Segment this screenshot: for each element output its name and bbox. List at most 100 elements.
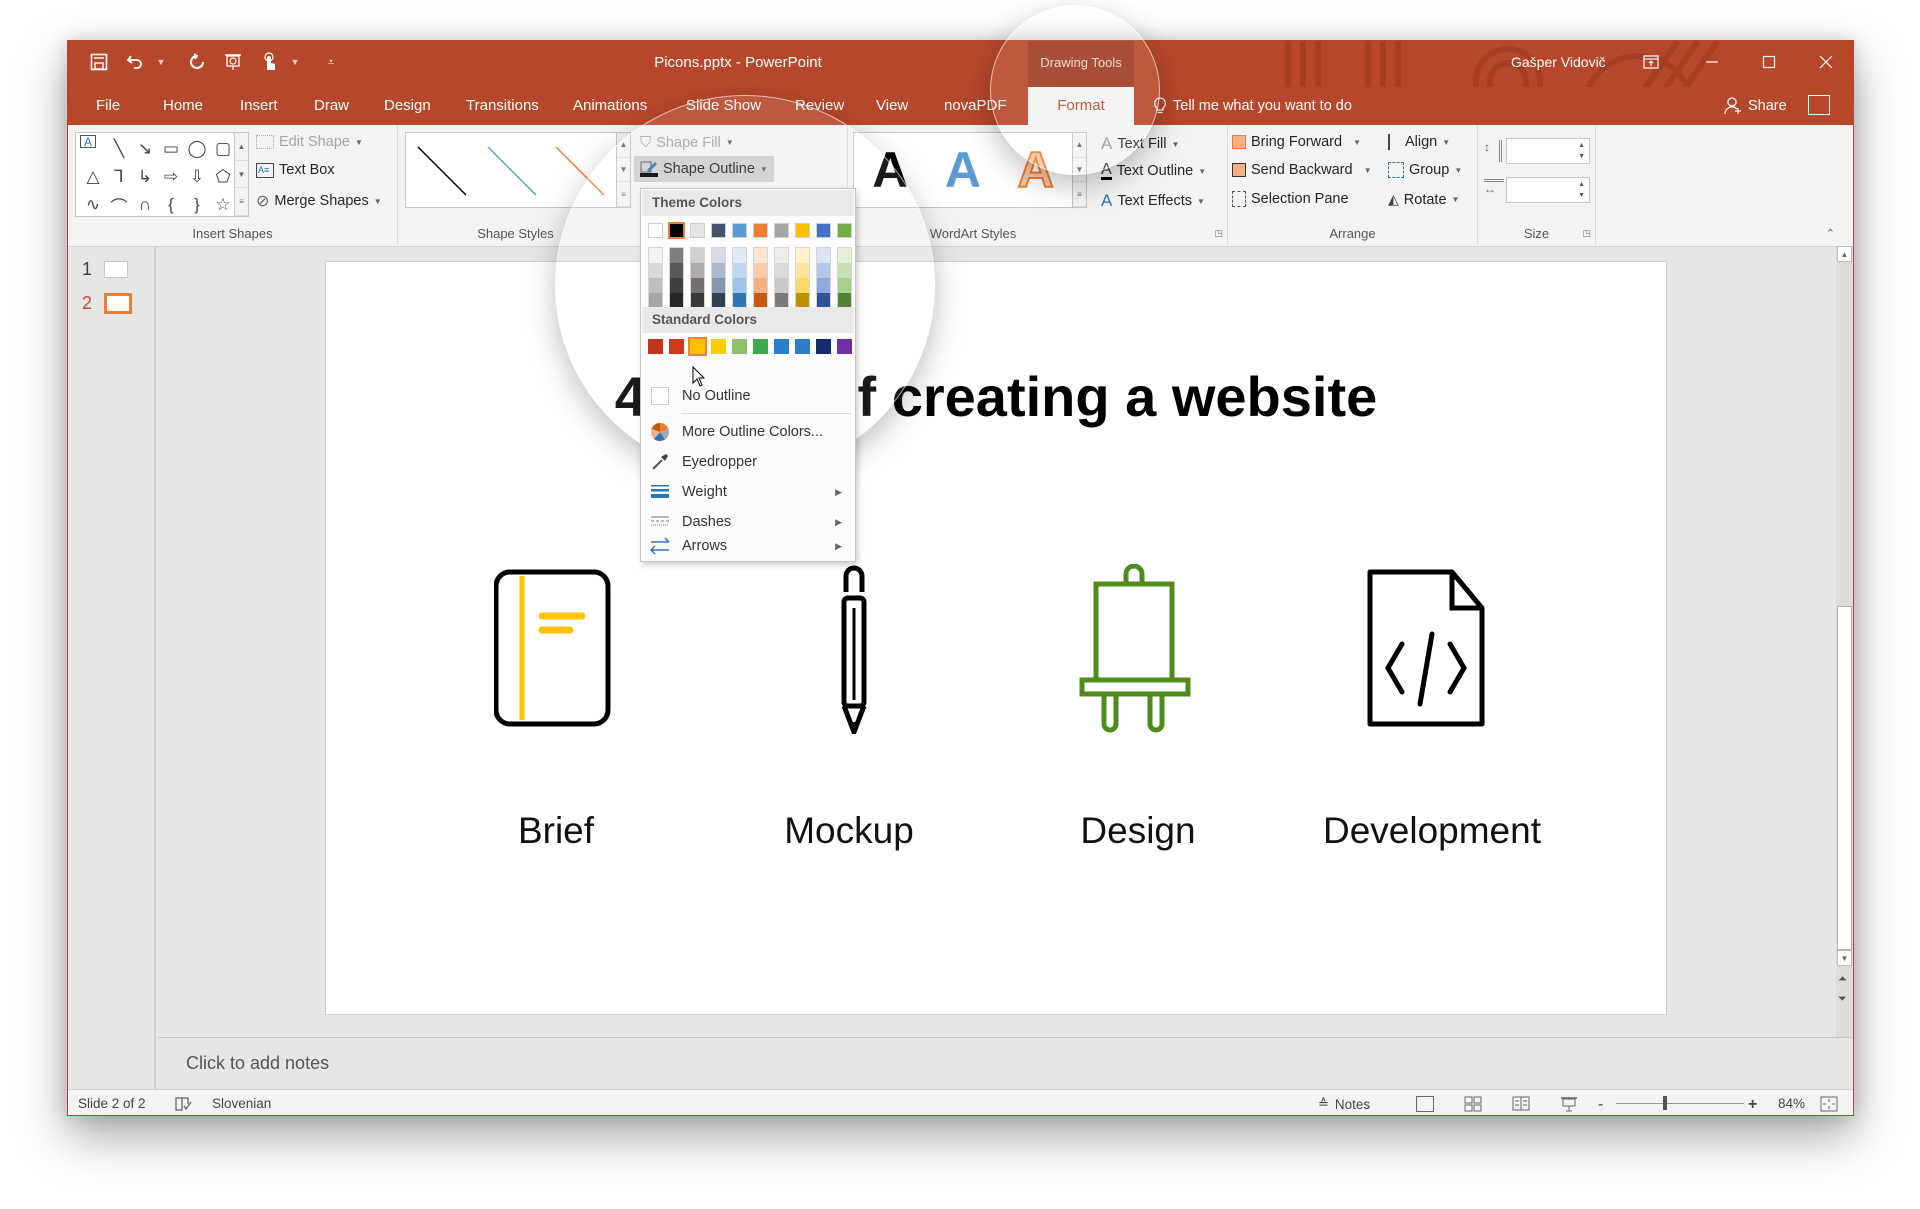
elbow-arrow-connector-icon[interactable]: ↳ (132, 163, 158, 191)
tint-swatch[interactable] (712, 248, 725, 263)
theme-color-swatch[interactable] (732, 223, 747, 238)
theme-color-swatch[interactable] (648, 223, 663, 238)
standard-color-swatch[interactable] (669, 339, 684, 354)
tint-swatch[interactable] (838, 293, 851, 308)
zoom-in-button[interactable]: + (1748, 1096, 1757, 1114)
tint-swatch[interactable] (754, 263, 767, 278)
slide-show-view-icon[interactable] (1560, 1096, 1578, 1112)
tint-swatch[interactable] (691, 278, 704, 293)
notebook-icon[interactable] (493, 564, 654, 734)
normal-view-icon[interactable] (1416, 1096, 1434, 1112)
wordart-down-icon[interactable]: ▼ (1073, 158, 1086, 183)
tint-swatch[interactable] (796, 248, 809, 263)
tint-swatch[interactable] (670, 278, 683, 293)
redo-icon[interactable] (186, 51, 208, 73)
tab-novapdf[interactable]: novaPDF (944, 87, 1007, 125)
zoom-out-button[interactable]: - (1598, 1096, 1603, 1114)
shape-outline-button[interactable]: Shape Outline ▼ (634, 156, 774, 182)
no-outline-item[interactable]: No Outline (642, 381, 854, 411)
scroll-down-icon[interactable]: ▼ (1837, 950, 1852, 966)
undo-icon[interactable] (124, 51, 146, 73)
wordart-up-icon[interactable]: ▲ (1073, 133, 1086, 158)
rectangle-shape-icon[interactable]: ▭ (158, 135, 184, 163)
selection-pane-button[interactable]: Selection Pane (1232, 191, 1349, 207)
size-launcher[interactable]: ◳ (1582, 228, 1591, 239)
collapse-ribbon-icon[interactable]: ⌃ (1826, 227, 1835, 240)
more-outline-colors-item[interactable]: More Outline Colors... (642, 417, 854, 447)
slide-canvas[interactable]: 4 steps of creating a website Brief Mock… (325, 261, 1667, 1015)
arrows-item[interactable]: Arrows ▶ (642, 531, 854, 561)
notes-pane[interactable]: Click to add notes (158, 1037, 1853, 1097)
maximize-button[interactable] (1746, 47, 1792, 77)
triangle-shape-icon[interactable]: △ (80, 163, 106, 191)
theme-color-swatch[interactable] (774, 223, 789, 238)
ribbon-display-options-button[interactable] (1628, 47, 1674, 77)
standard-color-swatch[interactable] (648, 339, 663, 354)
slide-thumbnail-1[interactable]: 1 (82, 259, 128, 280)
tint-swatch[interactable] (691, 293, 704, 308)
standard-color-swatch[interactable] (816, 339, 831, 354)
standard-color-swatch[interactable] (711, 339, 726, 354)
zoom-slider-thumb[interactable] (1663, 1096, 1667, 1110)
left-brace-shape-icon[interactable]: { (158, 191, 184, 219)
previous-slide-icon[interactable]: ⏶ (1838, 973, 1847, 986)
tint-swatch[interactable] (817, 248, 830, 263)
wordart-blue[interactable]: A (945, 141, 981, 199)
close-button[interactable] (1803, 47, 1849, 77)
line-shape-icon[interactable]: ╲ (106, 135, 132, 163)
tint-swatch[interactable] (838, 263, 851, 278)
tint-swatch[interactable] (775, 248, 788, 263)
rounded-rectangle-shape-icon[interactable]: ▢ (210, 135, 236, 163)
tab-home[interactable]: Home (163, 87, 203, 125)
shape-fill-button[interactable]: ⛉ Shape Fill ▼ (640, 134, 734, 151)
text-effects-button[interactable]: A Text Effects ▼ (1101, 191, 1205, 211)
step-label-development[interactable]: Development (1302, 810, 1562, 852)
tab-animations[interactable]: Animations (573, 87, 647, 125)
theme-color-swatch[interactable] (753, 223, 768, 238)
tint-swatch[interactable] (649, 278, 662, 293)
down-arrow-shape-icon[interactable]: ⇩ (184, 163, 210, 191)
shape-height-input[interactable]: ▲ ▼ (1506, 138, 1590, 164)
theme-color-swatch[interactable] (711, 223, 726, 238)
tint-swatch[interactable] (796, 263, 809, 278)
tint-swatch[interactable] (754, 248, 767, 263)
zoom-level[interactable]: 84% (1778, 1096, 1805, 1111)
step-label-mockup[interactable]: Mockup (719, 810, 979, 852)
wordart-styles-launcher[interactable]: ◳ (1214, 228, 1223, 239)
curve-shape-icon[interactable]: ∩ (132, 191, 158, 219)
text-box-shape-icon[interactable]: A (80, 135, 96, 149)
shape-width-input[interactable]: ▲ ▼ (1506, 177, 1590, 203)
minimize-button[interactable] (1689, 47, 1735, 77)
theme-color-swatch[interactable] (816, 223, 831, 238)
tab-slide-show[interactable]: Slide Show (686, 87, 761, 125)
notes-placeholder[interactable]: Click to add notes (186, 1053, 329, 1074)
tint-swatch[interactable] (817, 293, 830, 308)
gallery-down-icon[interactable]: ▼ (235, 161, 248, 189)
tint-swatch[interactable] (817, 278, 830, 293)
tab-review[interactable]: Review (795, 87, 844, 125)
pencil-icon[interactable] (826, 564, 986, 739)
tab-file[interactable]: File (96, 87, 120, 125)
group-button[interactable]: Group ▼ (1388, 162, 1462, 178)
tint-swatch[interactable] (670, 293, 683, 308)
tint-swatch[interactable] (712, 293, 725, 308)
easel-icon[interactable] (1078, 563, 1238, 734)
tint-swatch[interactable] (733, 293, 746, 308)
tint-swatch[interactable] (712, 278, 725, 293)
tint-swatch[interactable] (838, 278, 851, 293)
tint-swatch[interactable] (670, 263, 683, 278)
merge-shapes-button[interactable]: ⊘ Merge Shapes ▼ (256, 191, 382, 211)
tint-swatch[interactable] (733, 263, 746, 278)
right-brace-shape-icon[interactable]: } (184, 191, 210, 219)
spell-check-icon[interactable] (174, 1096, 192, 1112)
reading-view-icon[interactable] (1512, 1096, 1530, 1112)
present-from-beginning-icon[interactable] (222, 51, 244, 73)
gallery-up-icon[interactable]: ▲ (235, 133, 248, 161)
tint-swatch[interactable] (733, 278, 746, 293)
undo-dropdown-icon[interactable]: ▼ (150, 51, 172, 73)
scroll-up-icon[interactable]: ▲ (1837, 246, 1852, 262)
tint-swatch[interactable] (670, 248, 683, 263)
wordart-gallery[interactable]: A A A (853, 132, 1073, 208)
tint-swatch[interactable] (775, 293, 788, 308)
tint-swatch[interactable] (712, 263, 725, 278)
